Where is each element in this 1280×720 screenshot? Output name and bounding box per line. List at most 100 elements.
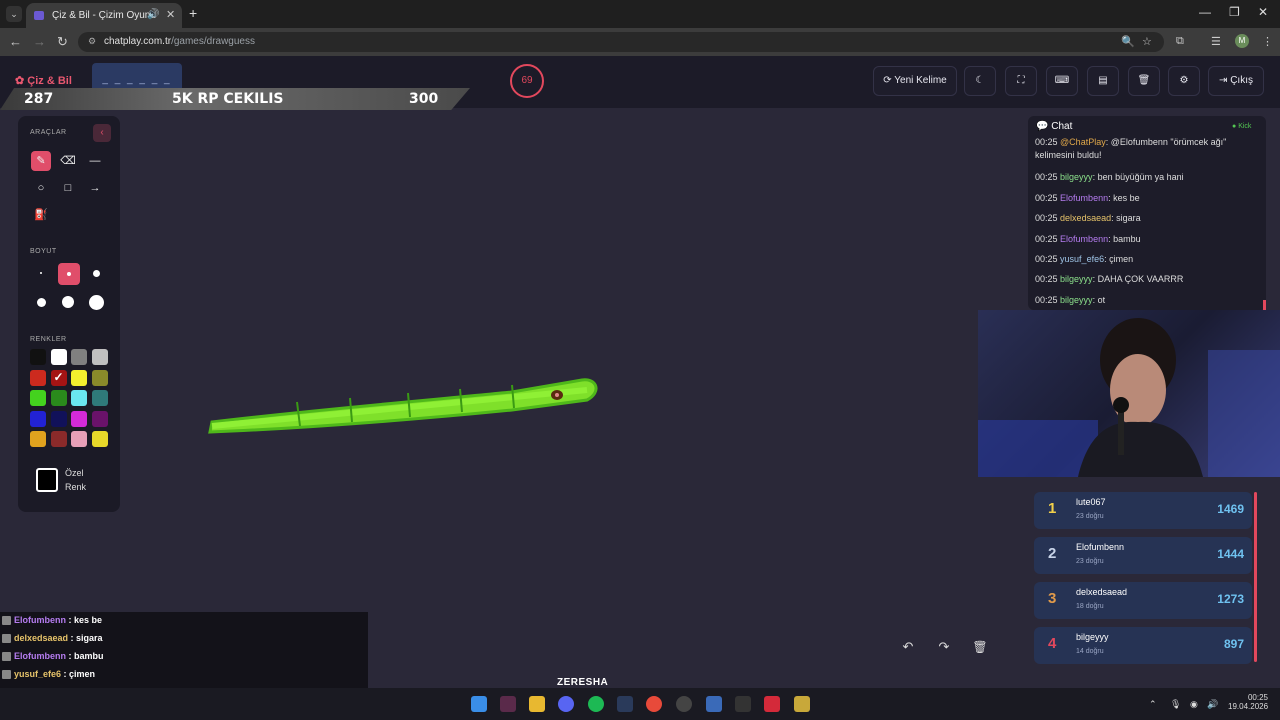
color-swatch[interactable]	[91, 431, 108, 447]
message-user[interactable]: Elofumbenn	[1060, 234, 1108, 244]
dark-mode-button[interactable]: ☾	[964, 66, 996, 96]
color-swatch[interactable]	[71, 410, 87, 427]
eraser-icon[interactable]: ⌫	[58, 151, 78, 171]
chat-scrollbar[interactable]	[1263, 140, 1266, 310]
arrow-icon[interactable]: →	[85, 178, 105, 198]
taskbar-clock[interactable]: 00:25 19.04.2026	[1228, 693, 1268, 711]
undo-icon[interactable]: ↶	[898, 637, 918, 657]
taskbar-app-3-icon[interactable]	[735, 696, 751, 712]
volume-icon[interactable]: 🔊	[1207, 699, 1218, 710]
redo-icon[interactable]: ↷	[934, 637, 954, 657]
address-bar[interactable]: ⚙ chatplay.com.tr/games/drawguess	[78, 32, 1164, 52]
brush-size-1[interactable]	[31, 263, 51, 283]
color-swatch[interactable]	[71, 349, 87, 365]
color-swatch[interactable]	[91, 390, 108, 406]
back-arrow-icon[interactable]: ←	[9, 34, 22, 49]
color-swatch[interactable]	[91, 349, 108, 365]
pencil-icon[interactable]: ✎	[31, 151, 51, 171]
message-user[interactable]: bilgeyyy	[1060, 274, 1093, 284]
close-window-icon[interactable]: ✕	[1258, 5, 1268, 19]
color-swatch[interactable]	[30, 431, 46, 447]
message-time: 00:25	[1035, 137, 1058, 147]
steam-icon[interactable]	[617, 696, 633, 712]
color-swatch[interactable]	[91, 369, 108, 386]
start-menu-icon[interactable]	[471, 696, 487, 712]
fullscreen-button[interactable]: ⛶	[1005, 66, 1037, 96]
brush-size-3[interactable]	[86, 263, 106, 283]
exit-button[interactable]: ⇥ Çıkış	[1208, 66, 1264, 96]
color-swatch[interactable]	[50, 390, 67, 406]
spotify-icon[interactable]	[588, 696, 604, 712]
message-user[interactable]: @ChatPlay	[1060, 137, 1106, 147]
color-swatch[interactable]	[30, 390, 46, 406]
archive-button[interactable]: ▤	[1087, 66, 1119, 96]
color-swatch[interactable]	[50, 431, 67, 447]
color-swatch[interactable]	[50, 349, 67, 365]
brush-size-4[interactable]	[31, 292, 51, 312]
network-icon[interactable]: ◉	[1190, 699, 1198, 710]
message-user[interactable]: bilgeyyy	[1060, 295, 1093, 305]
fill-bucket-icon[interactable]: ⛽	[31, 205, 51, 225]
taskbar-app-5-icon[interactable]	[794, 696, 810, 712]
message-user[interactable]: yusuf_efe6	[1060, 254, 1104, 264]
color-swatch[interactable]	[71, 431, 87, 447]
circle-icon[interactable]: ○	[31, 178, 51, 198]
message-user[interactable]: delxedsaead	[1060, 213, 1111, 223]
taskbar-app-2-icon[interactable]	[706, 696, 722, 712]
browser-menu-icon[interactable]: ⋮	[1262, 35, 1273, 48]
extensions-icon[interactable]: ⧉	[1176, 35, 1184, 48]
discord-icon[interactable]	[558, 696, 574, 712]
new-tab-button[interactable]: +	[189, 5, 197, 21]
taskbar-app-icon[interactable]	[500, 696, 516, 712]
color-swatch[interactable]: ✓	[50, 369, 67, 386]
color-swatch[interactable]	[30, 369, 46, 386]
color-swatch[interactable]	[30, 410, 46, 427]
forward-arrow-icon[interactable]: →	[33, 34, 46, 49]
message-user[interactable]: bilgeyyy	[1060, 172, 1093, 182]
color-swatch[interactable]	[30, 349, 46, 365]
color-swatch[interactable]	[91, 410, 108, 427]
minimize-icon[interactable]: —	[1199, 5, 1211, 19]
close-tab-icon[interactable]: ✕	[166, 8, 175, 21]
message-user[interactable]: Elofumbenn	[1060, 193, 1108, 203]
drawing-canvas[interactable]	[12, 110, 1008, 676]
reload-icon[interactable]: ↻	[57, 34, 68, 50]
color-swatch[interactable]	[50, 410, 67, 427]
browser-tab[interactable]: Çiz & Bil - Çizim Oyunu 🔊 ✕	[26, 3, 182, 28]
collapse-panel-icon[interactable]: ‹	[93, 124, 111, 142]
clock-time: 00:25	[1247, 693, 1268, 702]
tray-overflow-icon[interactable]: ⌃	[1149, 699, 1157, 710]
line-icon[interactable]: —	[85, 151, 105, 171]
custom-color-swatch[interactable]	[36, 468, 58, 492]
chat-scroll-thumb[interactable]	[1263, 300, 1266, 310]
color-swatch[interactable]	[71, 369, 87, 386]
clear-canvas-icon[interactable]: 🗑	[970, 637, 990, 657]
bookmark-star-icon[interactable]: ☆	[1142, 35, 1152, 48]
microphone-icon[interactable]: 🎙	[1170, 699, 1181, 710]
tab-search-button[interactable]: ⌄	[6, 6, 22, 22]
profile-avatar[interactable]: M	[1235, 34, 1249, 48]
maximize-icon[interactable]: ❐	[1229, 5, 1240, 19]
clear-button[interactable]: 🗑	[1128, 66, 1160, 96]
new-word-button[interactable]: ⟳ Yeni Kelime	[873, 66, 957, 96]
color-swatch[interactable]	[71, 390, 87, 406]
chrome-icon[interactable]	[646, 696, 662, 712]
taskbar-app-4-icon[interactable]	[764, 696, 780, 712]
settings-button[interactable]: ⚙	[1168, 66, 1200, 96]
file-explorer-icon[interactable]	[529, 696, 545, 712]
site-info-icon[interactable]: ⚙	[88, 36, 96, 47]
leaderboard-scrollbar[interactable]	[1254, 492, 1257, 662]
brush-size-2[interactable]	[58, 263, 80, 285]
brush-size-5[interactable]	[58, 292, 78, 312]
zoom-icon[interactable]: 🔍	[1121, 35, 1135, 48]
rectangle-icon[interactable]: □	[58, 178, 78, 198]
keyboard-button[interactable]: ⌨	[1046, 66, 1078, 96]
leaderboard-correct-count: 14 doğru	[1076, 648, 1104, 655]
obs-icon[interactable]	[676, 696, 692, 712]
custom-color-label[interactable]: Özel Renk	[65, 466, 86, 494]
brush-size-6[interactable]	[86, 292, 106, 312]
speaker-icon[interactable]: 🔊	[147, 9, 159, 20]
reading-list-icon[interactable]: ☰	[1211, 35, 1221, 48]
user-badge-icon	[2, 616, 11, 626]
overlay-message: Elofumbenn : bambu	[2, 651, 104, 662]
